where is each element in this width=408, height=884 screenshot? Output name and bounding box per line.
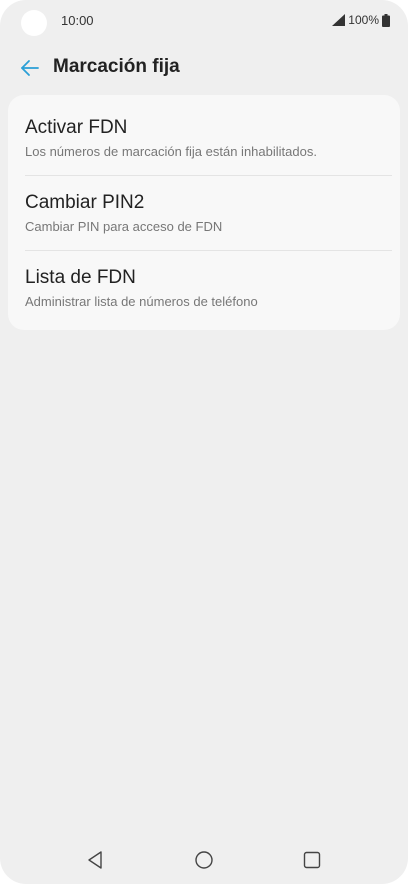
back-button[interactable]	[14, 52, 46, 84]
list-item-title: Activar FDN	[25, 117, 128, 138]
nav-home-button[interactable]	[192, 848, 216, 872]
status-indicators: 100%	[332, 12, 390, 28]
battery-icon	[382, 13, 390, 27]
nav-back-button[interactable]	[83, 848, 107, 872]
list-item-lista-fdn[interactable]: Lista de FDN Administrar lista de número…	[8, 245, 400, 319]
list-item-subtitle: Los números de marcación fija están inha…	[25, 144, 317, 159]
arrow-left-icon	[21, 60, 39, 76]
signal-icon	[332, 14, 346, 26]
nav-recents-button[interactable]	[300, 848, 324, 872]
app-bar: Marcación fija	[0, 48, 408, 88]
list-item-title: Cambiar PIN2	[25, 192, 145, 213]
phone-screen: 10:00 100% Marcación fija Activar FDN Lo…	[0, 0, 408, 884]
back-triangle-icon	[88, 851, 102, 869]
recents-square-icon	[303, 851, 321, 869]
list-item-subtitle: Cambiar PIN para acceso de FDN	[25, 219, 223, 234]
list-item-cambiar-pin2[interactable]: Cambiar PIN2 Cambiar PIN para acceso de …	[8, 170, 400, 244]
status-bar: 10:00 100%	[0, 0, 408, 40]
list-item-title: Lista de FDN	[25, 267, 136, 288]
navigation-bar	[0, 836, 408, 884]
list-item-subtitle: Administrar lista de números de teléfono	[25, 294, 258, 309]
settings-card: Activar FDN Los números de marcación fij…	[8, 95, 400, 330]
front-camera	[21, 10, 47, 36]
battery-percentage: 100%	[348, 13, 379, 27]
page-title: Marcación fija	[53, 56, 180, 77]
status-time: 10:00	[61, 13, 94, 28]
list-item-activar-fdn[interactable]: Activar FDN Los números de marcación fij…	[8, 95, 400, 169]
home-circle-icon	[195, 851, 213, 869]
